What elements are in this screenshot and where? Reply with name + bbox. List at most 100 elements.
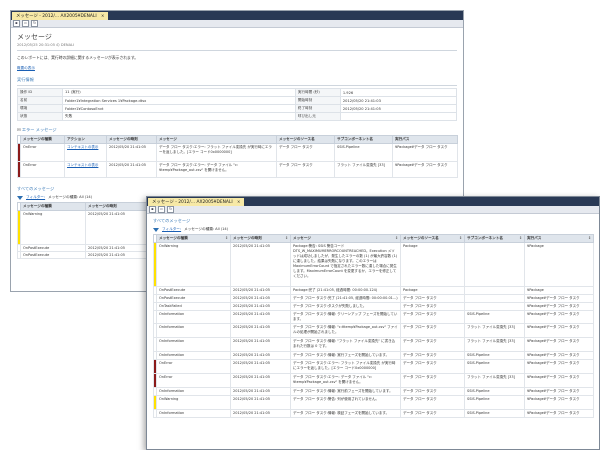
info-value: Folder1¥Integration Services 1¥Package.d… (62, 96, 296, 105)
info-value (339, 112, 458, 121)
info-key: 操作 ID (17, 88, 63, 97)
column-header[interactable]: メッセージ ↕ (290, 234, 401, 243)
report-toolbar: ▪ ▫ ↻ (11, 20, 463, 28)
message-source: Package (400, 286, 465, 295)
info-key: 環境 (17, 104, 63, 113)
execution-path: ¥Package¥データ フロー タスク (524, 294, 594, 303)
subcomponent: フラット ファイル変換先 [33] (464, 337, 525, 352)
subcomponent: SSIS.Pipeline (464, 351, 525, 360)
sort-icon[interactable]: ↕ (459, 236, 462, 240)
report-toolbar: ▪ ▫ ↻ (147, 206, 599, 214)
message-text: データ フロー タスク:完了 (21:41:05, 経過時間: 00:00:00… (290, 294, 401, 303)
column-label: サブコンポーネント名 (467, 236, 503, 240)
column-header[interactable]: メッセージの時刻 (106, 135, 157, 144)
subcomponent: SSIS.Pipeline (464, 359, 525, 374)
message-type: OnWarning (156, 395, 231, 410)
sort-icon[interactable]: ↕ (225, 236, 228, 240)
refresh-icon[interactable]: ↻ (31, 20, 38, 27)
overview-link[interactable]: 概要の表示 (17, 66, 35, 70)
execution-path: ¥Package¥データ フロー タスク (524, 373, 594, 388)
execution-path: ¥Package¥データ フロー タスク (392, 143, 458, 162)
execution-path: ¥Package¥データ フロー タスク (524, 310, 594, 324)
message-text: データ フロー タスク:情報: "フラット ファイル変換先" に書き込まれた行数… (290, 337, 401, 352)
filter-label[interactable]: フィルター: (26, 195, 45, 200)
message-source: データ フロー タスク (400, 323, 465, 338)
column-header[interactable]: メッセージの種類 (20, 202, 86, 211)
subcomponent (464, 286, 525, 295)
view-context-link[interactable]: コンテキストの表示 (67, 145, 98, 149)
execution-info-header: 実行情報 (17, 77, 34, 82)
close-icon[interactable]: × (237, 199, 240, 204)
error-messages-header[interactable]: ⊟ エラー メッセージ (17, 127, 457, 133)
column-header[interactable]: メッセージの種類 ↕ (156, 234, 231, 243)
message-type: OnPostExecute (156, 286, 231, 295)
execution-path: ¥Package¥データ フロー タスク (524, 359, 594, 374)
message-time: 2012/05/20 21:41:05 (230, 351, 291, 360)
message-type: OnPostExecute (156, 294, 231, 303)
column-label: 実行パス (527, 236, 542, 240)
page-subtitle: 2012/05/25 20:31:05 の DENALI (17, 43, 75, 47)
print-icon[interactable]: ▫ (158, 206, 165, 213)
save-icon[interactable]: ▪ (13, 20, 20, 27)
column-header[interactable]: メッセージの時刻 ↕ (230, 234, 291, 243)
sort-icon[interactable]: ↕ (395, 236, 398, 240)
save-icon[interactable]: ▪ (149, 206, 156, 213)
subcomponent: SSIS.Pipeline (464, 395, 525, 410)
column-label: メッセージの時刻 (233, 236, 262, 240)
close-icon[interactable]: × (101, 13, 104, 18)
message-time: 2012/05/20 21:41:05 (230, 373, 291, 388)
message-source: Package (400, 242, 465, 287)
tab-label: メッセージ - 2012/... AX2005¥DENALI (16, 14, 97, 19)
sort-icon[interactable]: ↕ (519, 236, 522, 240)
filter-bar[interactable]: フィルター: メッセージの種類: All (14) (153, 227, 593, 232)
filter-icon[interactable] (153, 227, 159, 232)
message-source: データ フロー タスク (400, 310, 465, 324)
info-key: 名前 (17, 96, 63, 105)
message-text: データ フロー タスク:情報: "c:¥temp¥Package_out.csv… (290, 323, 401, 338)
message-source: データ フロー タスク (400, 387, 465, 396)
info-value: 1.926 (339, 88, 458, 97)
column-header[interactable]: アクション (64, 135, 107, 144)
page-title: メッセージ (17, 33, 52, 41)
table-row: OnInformation 2012/05/20 21:41:05 データ フロー … (153, 337, 594, 352)
message-time: 2012/05/20 21:41:05 (230, 337, 291, 352)
document-tab[interactable]: メッセージ - 2012/... AX2005¥DENALI × (12, 12, 109, 20)
refresh-icon[interactable]: ↻ (167, 206, 174, 213)
execution-path: ¥Package¥データ フロー タスク (524, 387, 594, 396)
message-type: OnPostExecute (20, 244, 86, 252)
column-header[interactable]: メッセージのソース名 (276, 135, 335, 144)
sort-icon[interactable]: ↕ (588, 236, 591, 240)
message-time: 2012/05/20 21:41:05 (230, 395, 291, 410)
message-text: データ フロー タスク:情報: 検証フェーズを開始しています。 (290, 409, 401, 418)
column-header[interactable]: メッセージのソース名 ↕ (400, 234, 465, 243)
table-row: OnInformation 2012/05/20 21:41:05 データ フロー … (153, 351, 594, 360)
report-body: すべてのメッセージ フィルター: メッセージの種類: All (14) メッセー… (147, 214, 599, 421)
column-label: メッセージのソース名 (403, 236, 439, 240)
filter-label[interactable]: フィルター: (162, 227, 181, 232)
message-type: OnInformation (156, 409, 231, 418)
execution-path: ¥Package¥データ フロー タスク (524, 409, 594, 418)
column-header[interactable]: 実行パス (392, 135, 458, 144)
table-row: OnInformation 2012/05/20 21:41:05 データ フロー … (153, 310, 594, 324)
message-time: 2012/05/20 21:41:05 (230, 310, 291, 324)
execution-path: ¥Package¥データ フロー タスク (524, 337, 594, 352)
column-header[interactable]: サブコンポーネント名 ↕ (464, 234, 525, 243)
message-source: データ フロー タスク (400, 351, 465, 360)
info-key: 呼び出し元 (294, 112, 341, 121)
print-icon[interactable]: ▫ (22, 20, 29, 27)
table-row: OnInformation 2012/05/20 21:41:05 データ フロー … (153, 409, 594, 418)
document-tab[interactable]: メッセージ - 2012/... AX2005¥DENALI × (148, 198, 245, 206)
column-header[interactable]: メッセージ (156, 135, 277, 144)
view-context-link[interactable]: コンテキストの表示 (67, 163, 98, 167)
filter-icon[interactable] (17, 195, 23, 200)
execution-path: ¥Package¥データ フロー タスク (524, 302, 594, 311)
column-header[interactable]: サブコンポーネント名 (334, 135, 393, 144)
info-value: Folder1¥ContosoEnvt (62, 104, 296, 113)
column-header[interactable]: 実行パス ↕ (524, 234, 594, 243)
collapse-icon[interactable]: ⊟ (17, 127, 21, 132)
message-type: OnError (156, 373, 231, 388)
messages-report-window-front: メッセージ - 2012/... AX2005¥DENALI × ▪ ▫ ↻ す… (146, 196, 600, 450)
column-header[interactable]: メッセージの種類 (20, 135, 65, 144)
message-time: 2012/05/20 21:41:05 (230, 302, 291, 311)
sort-icon[interactable]: ↕ (285, 236, 288, 240)
